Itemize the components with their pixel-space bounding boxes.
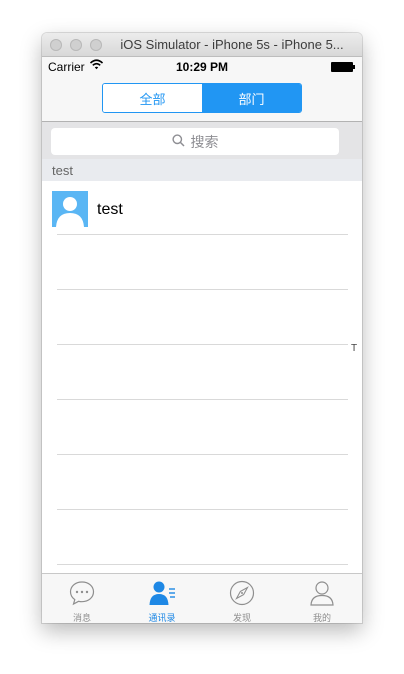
tab-label: 通讯录	[148, 613, 176, 623]
profile-icon	[310, 581, 334, 606]
row-divider	[57, 234, 348, 235]
navigation-bar: 全部 部门	[42, 77, 362, 122]
minimize-window-button[interactable]	[70, 39, 82, 51]
window-title: iOS Simulator - iPhone 5s - iPhone 5...	[120, 37, 344, 52]
window-titlebar: iOS Simulator - iPhone 5s - iPhone 5...	[42, 33, 362, 57]
contact-name: test	[97, 201, 123, 218]
battery-icon	[331, 62, 355, 72]
tab-label: 我的	[312, 613, 331, 623]
status-bar: Carrier 10:29 PM	[42, 57, 362, 77]
empty-row	[42, 456, 362, 510]
contact-row[interactable]: test	[42, 181, 362, 235]
status-time: 10:29 PM	[175, 60, 229, 74]
section-header: test	[42, 159, 362, 181]
empty-row	[42, 511, 362, 565]
search-bar: 搜索	[42, 122, 362, 159]
empty-row	[42, 236, 362, 290]
compass-icon	[229, 580, 255, 606]
search-icon	[171, 133, 191, 150]
zoom-window-button[interactable]	[90, 39, 102, 51]
empty-row	[42, 291, 362, 345]
section-index-letter[interactable]: T	[351, 343, 357, 354]
close-window-button[interactable]	[50, 39, 62, 51]
segment-all[interactable]: 全部	[103, 84, 202, 112]
chat-bubble-icon	[69, 581, 95, 606]
tab-contacts[interactable]: 通讯录	[122, 574, 202, 623]
section-title: test	[52, 163, 73, 178]
tab-label: 消息	[72, 613, 91, 623]
segmented-control: 全部 部门	[102, 83, 302, 113]
simulator-window: iOS Simulator - iPhone 5s - iPhone 5... …	[42, 33, 362, 623]
avatar	[52, 191, 88, 227]
row-divider	[57, 509, 348, 510]
empty-row	[42, 401, 362, 455]
contacts-icon	[149, 581, 175, 605]
tab-discover[interactable]: 发现	[202, 574, 282, 623]
person-avatar-icon	[56, 197, 84, 227]
phone-screen: Carrier 10:29 PM 全部 部门 搜索 test test T 消息…	[42, 57, 362, 623]
search-input[interactable]: 搜索	[51, 128, 339, 155]
tab-label: 发现	[232, 613, 251, 623]
row-divider	[57, 564, 348, 565]
tab-profile[interactable]: 我的	[282, 574, 362, 623]
empty-row	[42, 346, 362, 400]
tab-messages[interactable]: 消息	[42, 574, 122, 623]
row-divider	[57, 399, 348, 400]
tab-bar: 消息 通讯录 发现 我的	[42, 573, 362, 623]
row-divider	[57, 289, 348, 290]
row-divider	[57, 344, 348, 345]
search-placeholder: 搜索	[190, 133, 219, 150]
segment-department[interactable]: 部门	[202, 84, 301, 112]
row-divider	[57, 454, 348, 455]
